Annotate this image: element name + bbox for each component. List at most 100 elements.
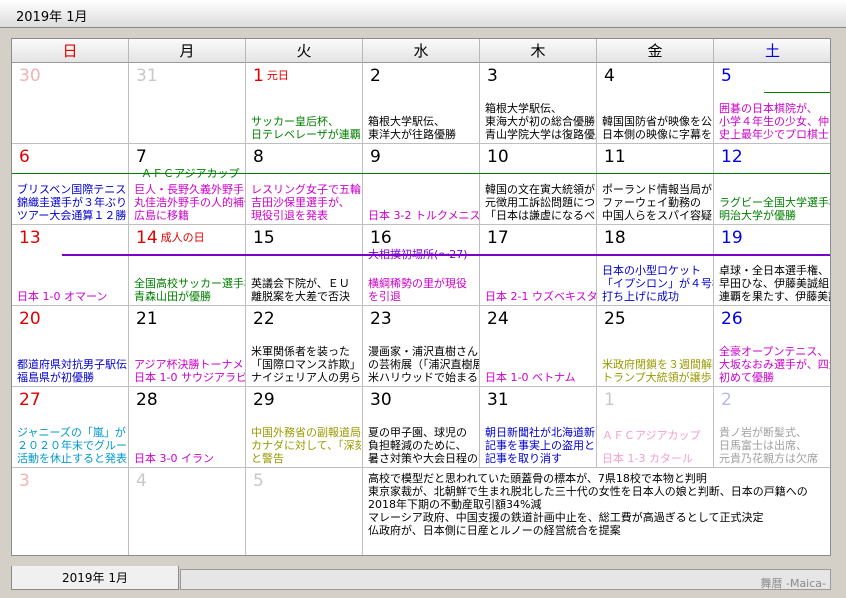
day-cell[interactable]: 3 箱根大学駅伝、 東海大が初の総合優勝 青山学院大学は復路優勝 <box>480 63 597 144</box>
event-text: ラグビー全国大学選手権 <box>719 196 831 209</box>
day-cell[interactable]: 31 朝日新聞社が北海道新聞 記事を事実上の盗用と 記事を取り消す <box>480 387 597 468</box>
day-number: 3 <box>487 66 498 86</box>
day-cell[interactable]: 17 日本 2-1 ウズベキスタン <box>480 225 597 306</box>
day-cell[interactable]: 21 アジア杯決勝トーナメント日本 1-0 サウジアラビア <box>129 306 246 387</box>
event-text: 史上最年少でプロ棋士 <box>719 128 829 141</box>
day-cell[interactable]: 27 ジャニーズの「嵐」が ２０２０年末でグループ 活動を休止すると発表 <box>12 387 129 468</box>
event-text: 青森山田が優勝 <box>134 290 211 303</box>
event-text: 日本 1-3 カタール <box>602 452 693 465</box>
day-cell[interactable]: 3 <box>12 468 129 555</box>
day-number: 27 <box>19 390 41 410</box>
day-cell[interactable]: 8 レスリング女子で五輪 吉田沙保里選手が、 現役引退を発表 <box>246 144 363 225</box>
event-text: サッカー皇后杯、 <box>251 115 339 128</box>
day-cell[interactable]: 14 成人の日全国高校サッカー選手権 青森山田が優勝 <box>129 225 246 306</box>
event-text: ファーウェイ勤務の <box>602 196 701 209</box>
event-text: 初めて優勝 <box>719 371 774 384</box>
day-cell[interactable]: 30 <box>12 63 129 144</box>
event-text: 全国高校サッカー選手権 <box>134 277 246 290</box>
day-cell[interactable]: 11 ポーランド情報当局が ファーウェイ勤務の 中国人らをスパイ容疑 <box>597 144 714 225</box>
event-text: 暑さ対策や大会日程の <box>368 452 478 465</box>
event-text: 東海大が初の総合優勝 <box>485 115 595 128</box>
day-cell[interactable]: 25 米政府閉鎖を３週間解除 トランプ大統領が譲歩 <box>597 306 714 387</box>
event-text: 韓国の文在寅大統領が <box>485 183 595 196</box>
event-text: 吉田沙保里選手が、 <box>251 196 350 209</box>
day-number: 14 成人の日 <box>136 228 205 248</box>
day-cell[interactable]: 6 ブリスベン国際テニス 錦織圭選手が３年ぶり ツアー大会通算１２勝 <box>12 144 129 225</box>
day-cell[interactable]: 12 ラグビー全国大学選手権 明治大学が優勝 <box>714 144 831 225</box>
day-cell[interactable]: 4 <box>129 468 246 555</box>
weekday-header-0: 日 <box>12 39 129 63</box>
event-text: 貴ノ岩が断髪式、 <box>719 426 807 439</box>
day-cell[interactable]: 4 韓国国防省が映像を公開 日本側の映像に字幕を <box>597 63 714 144</box>
event-text: 中国外務省の副報道局長 <box>251 426 363 439</box>
day-number: 16 <box>370 228 392 248</box>
day-number: 12 <box>721 147 743 167</box>
event-text: の芸術展（「浦沢直樹展」 <box>368 358 479 371</box>
event-text: 漫画家・浦沢直樹さん <box>368 345 478 358</box>
day-cell[interactable]: 2 貴ノ岩が断髪式、 日馬富士は出席、 元貴乃花親方は欠席 <box>714 387 830 468</box>
event-text: 大坂なおみ選手が、四大大会 <box>719 358 830 371</box>
day-number: 29 <box>253 390 275 410</box>
day-cell[interactable]: 23 漫画家・浦沢直樹さんの芸術展（「浦沢直樹展」米ハリウッドで始まる <box>363 306 480 387</box>
event-text: 明治大学が優勝 <box>719 209 796 222</box>
day-number: 31 <box>487 390 509 410</box>
day-cell[interactable]: 28 日本 3-0 イラン <box>129 387 246 468</box>
day-cell[interactable]: 13 日本 1-0 オマーン <box>12 225 129 306</box>
day-number: 22 <box>253 309 275 329</box>
title-bar: 2019年 1月 <box>0 0 846 28</box>
day-cell[interactable]: 18 日本の小型ロケット 「イプシロン」が４号機 打ち上げに成功 <box>597 225 714 306</box>
event-text: 日本 3-0 イラン <box>134 452 214 465</box>
event-text: 現役引退を発表 <box>251 209 328 222</box>
day-cell[interactable]: 29 中国外務省の副報道局長カナダに対して、「深刻なと警告 <box>246 387 363 468</box>
day-number: 9 <box>370 147 381 167</box>
asiancup-banner-label-2: ＡＦＣアジアカップ <box>602 429 701 442</box>
day-cell[interactable]: 1 元日 サッカー皇后杯、 日テレベレーザが連覇 <box>246 63 363 144</box>
day-cell[interactable]: 31 <box>129 63 246 144</box>
day-cell[interactable]: 5 囲碁の日本棋院が、 小学４年生の少女、仲邑 史上最年少でプロ棋士 <box>714 63 830 144</box>
event-text: と警告 <box>251 452 284 465</box>
holiday-label: 元日 <box>266 69 289 82</box>
event-text: トランプ大統領が譲歩 <box>602 371 712 384</box>
day-number: 7 <box>136 147 147 167</box>
event-text: 横綱稀勢の里が現役 <box>368 277 467 290</box>
news-note: 仏政府が、日本側に日産とルノーの経営統合を提案 <box>368 524 621 537</box>
event-text: 米ハリウッドで始まる <box>368 371 478 384</box>
event-text: 丸佳浩外野手の人的補償 <box>134 196 246 209</box>
day-cell[interactable]: 5 <box>246 468 363 555</box>
event-text: 打ち上げに成功 <box>602 290 679 303</box>
event-text: ２０２０年末でグループ <box>17 439 129 452</box>
day-cell[interactable]: 7 巨人・長野久義外野手 丸佳浩外野手の人的補償 広島に移籍 <box>129 144 246 225</box>
event-text: 日馬富士は出席、 <box>719 439 807 452</box>
tab-strip <box>180 569 831 590</box>
day-number: 30 <box>19 66 41 86</box>
event-text: 都道府県対抗男子駅伝 <box>17 358 127 371</box>
day-number: 17 <box>487 228 509 248</box>
event-text: 巨人・長野久義外野手 <box>134 183 244 196</box>
event-text: 日本の小型ロケット <box>602 264 701 277</box>
day-cell[interactable]: 22 米軍関係者を装った 「国際ロマンス詐欺」 ナイジェリア人の男ら <box>246 306 363 387</box>
day-cell[interactable]: 10 韓国の文在寅大統領が元徴用工訴訟問題について「日本は謙虚になるべき」 <box>480 144 597 225</box>
day-number: 5 <box>721 66 732 86</box>
day-cell[interactable]: 24 日本 1-0 ベトナム <box>480 306 597 387</box>
day-number: 4 <box>604 66 615 86</box>
news-note: 2018年下期の不動産取引額34%減 <box>368 498 542 511</box>
day-cell[interactable]: 19 卓球・全日本選手権、 早田ひな、伊藤美誠組 連覇を果たす、伊藤美誠 <box>714 225 830 306</box>
weekday-header-1: 月 <box>129 39 246 63</box>
day-cell[interactable]: 9 日本 3-2 トルクメニスタン <box>363 144 480 225</box>
event-text: 卓球・全日本選手権、 <box>719 264 829 277</box>
event-text: 英議会下院が、ＥＵ <box>251 277 350 290</box>
event-text: カナダに対して、「深刻な <box>251 439 362 452</box>
asiancup-period-line <box>12 173 830 174</box>
day-cell[interactable]: 2 箱根大学駅伝、 東洋大が往路優勝 <box>363 63 480 144</box>
weekday-header-4: 木 <box>480 39 597 63</box>
event-text: 錦織圭選手が３年ぶり <box>17 196 127 209</box>
month-tab[interactable]: 2019年 1月 <box>11 566 179 590</box>
event-text: 活動を休止すると発表 <box>17 452 127 465</box>
day-cell[interactable]: 1 日本 1-3 カタール <box>597 387 714 468</box>
day-cell[interactable]: 15 英議会下院が、ＥＵ 離脱案を大差で否決 <box>246 225 363 306</box>
day-cell[interactable]: 16 横綱稀勢の里が現役 を引退 <box>363 225 480 306</box>
day-cell[interactable]: 26 全豪オープンテニス、大坂なおみ選手が、四大大会初めて優勝 <box>714 306 830 387</box>
day-cell[interactable]: 30 夏の甲子園、球児の 負担軽減のために、 暑さ対策や大会日程の <box>363 387 480 468</box>
day-cell[interactable]: 20 都道府県対抗男子駅伝 福島県が初優勝 <box>12 306 129 387</box>
weekday-header: 日月火水木金土 <box>12 39 830 63</box>
